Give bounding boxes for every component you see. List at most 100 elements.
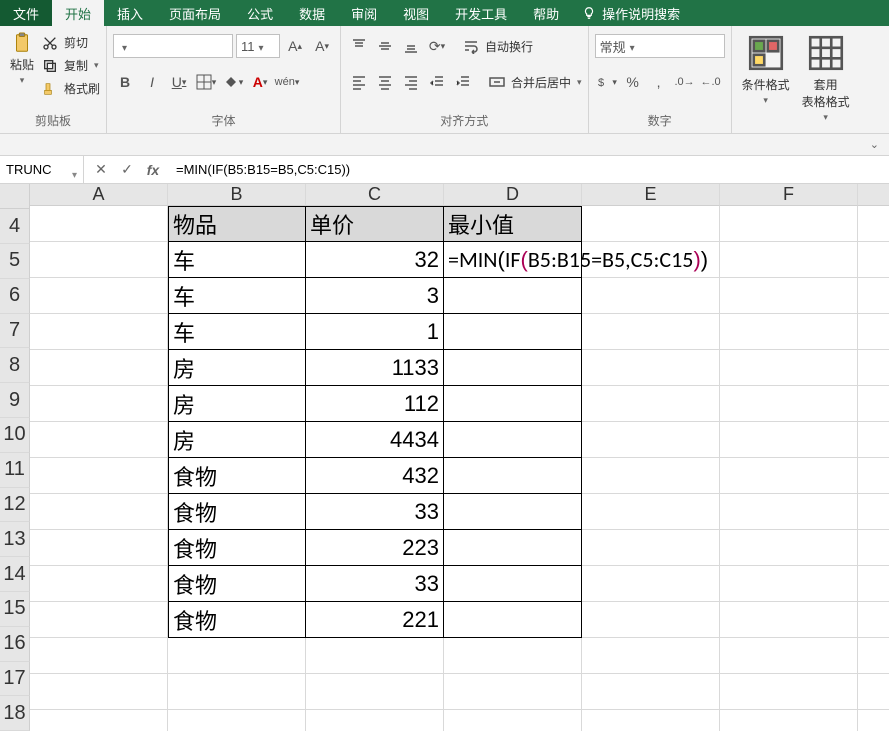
- row-header-14[interactable]: 14: [0, 557, 30, 592]
- name-box[interactable]: [0, 156, 84, 183]
- cell[interactable]: 房: [168, 422, 306, 458]
- cell[interactable]: 223: [306, 530, 444, 566]
- increase-font-button[interactable]: A▴: [283, 34, 307, 58]
- cell[interactable]: 车: [168, 314, 306, 350]
- cell[interactable]: [582, 314, 720, 350]
- cell[interactable]: 车: [168, 242, 306, 278]
- cell[interactable]: [582, 710, 720, 731]
- cell[interactable]: [444, 674, 582, 710]
- collapse-ribbon-button[interactable]: ⌄: [870, 138, 879, 151]
- cell[interactable]: 33: [306, 494, 444, 530]
- cell[interactable]: [30, 674, 168, 710]
- cell[interactable]: [582, 494, 720, 530]
- align-right-button[interactable]: [399, 70, 423, 94]
- cell[interactable]: [30, 494, 168, 530]
- cell[interactable]: 单价: [306, 206, 444, 242]
- cell[interactable]: 食物: [168, 458, 306, 494]
- cell[interactable]: [582, 674, 720, 710]
- cell[interactable]: [582, 350, 720, 386]
- cell[interactable]: [858, 602, 889, 638]
- phonetic-button[interactable]: wén▾: [275, 70, 299, 94]
- font-name-combo[interactable]: [113, 34, 233, 58]
- row-header-10[interactable]: 10: [0, 418, 30, 453]
- cell[interactable]: [444, 530, 582, 566]
- cell[interactable]: 物品: [168, 206, 306, 242]
- row-header-15[interactable]: 15: [0, 592, 30, 627]
- cell[interactable]: 食物: [168, 566, 306, 602]
- copy-button[interactable]: 复制 ▾: [42, 55, 100, 76]
- orientation-button[interactable]: ⟳▾: [425, 34, 449, 58]
- decrease-indent-button[interactable]: [425, 70, 449, 94]
- cell[interactable]: 车: [168, 278, 306, 314]
- cell[interactable]: [30, 314, 168, 350]
- col-header-extra[interactable]: [858, 184, 889, 206]
- tab-formulas[interactable]: 公式: [234, 0, 286, 26]
- cell[interactable]: [30, 206, 168, 242]
- cell[interactable]: [444, 386, 582, 422]
- cell[interactable]: 32: [306, 242, 444, 278]
- align-bottom-button[interactable]: [399, 34, 423, 58]
- cell[interactable]: 房: [168, 386, 306, 422]
- cell[interactable]: 432: [306, 458, 444, 494]
- accounting-format-button[interactable]: $▾: [595, 70, 619, 94]
- cell[interactable]: [582, 206, 720, 242]
- cell[interactable]: [858, 494, 889, 530]
- cell[interactable]: [858, 458, 889, 494]
- cell[interactable]: 食物: [168, 494, 306, 530]
- cell[interactable]: [720, 386, 858, 422]
- cell[interactable]: [720, 566, 858, 602]
- row-header-17[interactable]: 17: [0, 662, 30, 697]
- underline-button[interactable]: U▾: [167, 70, 191, 94]
- cell[interactable]: [858, 314, 889, 350]
- row-header-16[interactable]: 16: [0, 627, 30, 662]
- row-header-4[interactable]: 4: [0, 209, 30, 244]
- merge-center-button[interactable]: 合并后居中 ▾: [489, 72, 582, 93]
- cell[interactable]: [582, 530, 720, 566]
- spreadsheet-grid[interactable]: 456789101112131415161718 A B C D E F 物品单…: [0, 184, 889, 731]
- cell[interactable]: [444, 710, 582, 731]
- fill-color-button[interactable]: ▾: [221, 70, 245, 94]
- cell[interactable]: [30, 638, 168, 674]
- insert-function-button[interactable]: fx: [140, 158, 166, 182]
- cell[interactable]: [30, 602, 168, 638]
- row-header-18[interactable]: 18: [0, 696, 30, 731]
- cell[interactable]: 1133: [306, 350, 444, 386]
- row-header-13[interactable]: 13: [0, 522, 30, 557]
- tab-data[interactable]: 数据: [286, 0, 338, 26]
- cell[interactable]: [168, 674, 306, 710]
- cell[interactable]: =MIN(IF(B5:B15=B5,C5:C15)): [444, 242, 582, 278]
- tab-home[interactable]: 开始: [52, 0, 104, 26]
- increase-decimal-button[interactable]: .0→: [673, 70, 697, 94]
- italic-button[interactable]: I: [140, 70, 164, 94]
- cell[interactable]: [306, 638, 444, 674]
- cell[interactable]: 食物: [168, 602, 306, 638]
- cancel-formula-button[interactable]: ✕: [88, 158, 114, 182]
- cell[interactable]: [720, 602, 858, 638]
- cell[interactable]: [444, 350, 582, 386]
- cell[interactable]: [30, 278, 168, 314]
- tab-review[interactable]: 审阅: [338, 0, 390, 26]
- cell[interactable]: [30, 458, 168, 494]
- conditional-format-button[interactable]: 条件格式 ▾: [738, 30, 794, 108]
- font-color-button[interactable]: A▾: [248, 70, 272, 94]
- increase-indent-button[interactable]: [451, 70, 475, 94]
- row-header-12[interactable]: 12: [0, 488, 30, 523]
- cell[interactable]: [858, 278, 889, 314]
- cell[interactable]: [30, 386, 168, 422]
- col-header-C[interactable]: C: [306, 184, 444, 206]
- cell[interactable]: 房: [168, 350, 306, 386]
- tab-developer[interactable]: 开发工具: [442, 0, 520, 26]
- percent-button[interactable]: %: [621, 70, 645, 94]
- cell[interactable]: [720, 710, 858, 731]
- cell[interactable]: [30, 242, 168, 278]
- number-format-combo[interactable]: 常规: [595, 34, 725, 58]
- row-header-7[interactable]: 7: [0, 314, 30, 349]
- cell[interactable]: [858, 422, 889, 458]
- col-header-F[interactable]: F: [720, 184, 858, 206]
- cell[interactable]: [168, 638, 306, 674]
- cell[interactable]: 4434: [306, 422, 444, 458]
- cell[interactable]: [444, 494, 582, 530]
- cell[interactable]: 221: [306, 602, 444, 638]
- cell[interactable]: [720, 350, 858, 386]
- cell[interactable]: 1: [306, 314, 444, 350]
